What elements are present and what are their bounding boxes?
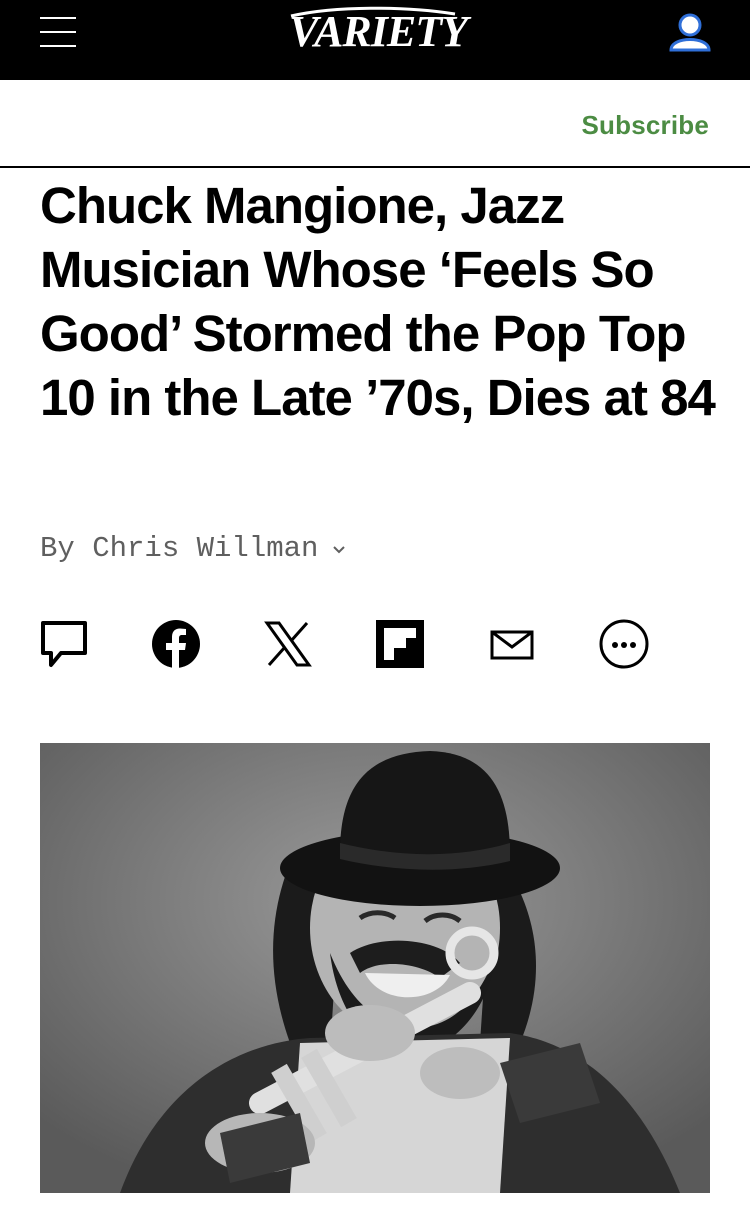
chevron-down-icon: [333, 545, 346, 553]
byline-text: By Chris Willman: [40, 532, 319, 565]
facebook-icon[interactable]: [150, 618, 202, 670]
x-icon[interactable]: [262, 618, 314, 670]
more-icon[interactable]: [598, 618, 650, 670]
variety-logo[interactable]: VARIETY: [285, 4, 468, 62]
flipboard-icon[interactable]: [374, 618, 426, 670]
byline-dropdown[interactable]: By Chris Willman: [40, 532, 346, 565]
article-headline: Chuck Mangione, Jazz Musician Whose ‘Fee…: [40, 177, 716, 426]
email-icon[interactable]: [486, 618, 538, 670]
share-toolbar: [0, 618, 750, 672]
comment-icon[interactable]: [38, 618, 90, 670]
hamburger-menu-icon[interactable]: [40, 17, 76, 47]
subscribe-link[interactable]: Subscribe: [581, 110, 709, 141]
top-navigation-bar: VARIETY: [0, 0, 750, 80]
logo-text: VARIETY: [289, 7, 468, 56]
user-account-icon[interactable]: [668, 12, 712, 52]
article-hero-photo: [40, 743, 710, 1193]
subscribe-bar: Subscribe: [0, 80, 750, 168]
